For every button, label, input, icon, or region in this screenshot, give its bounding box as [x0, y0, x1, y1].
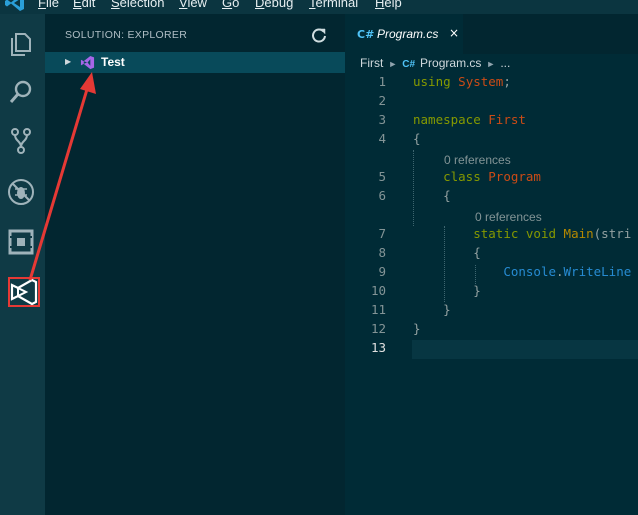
menu-go[interactable]: Go	[222, 0, 239, 10]
code-line: 6 {	[378, 188, 451, 203]
menu-help[interactable]: Help	[375, 0, 402, 10]
code-line: 9 Console.WriteLine	[378, 264, 632, 279]
vscode-logo-icon	[5, 0, 24, 11]
tab-program-cs[interactable]: C# Program.cs ×	[345, 14, 463, 54]
source-control-icon[interactable]	[5, 125, 37, 157]
tab-label: Program.cs	[377, 27, 439, 41]
csharp-file-icon: C#	[402, 59, 416, 70]
breadcrumb-more[interactable]: ...	[500, 56, 510, 70]
visual-studio-icon	[80, 55, 95, 70]
menu-bar: File Edit Selection View Go Debug Termin…	[0, 0, 638, 14]
code-line: 7 static void Main(stri	[378, 226, 632, 241]
close-icon[interactable]: ×	[449, 26, 459, 40]
chevron-right-icon[interactable]: ▶	[65, 57, 71, 66]
sidebar-title: SOLUTION: EXPLORER	[65, 29, 188, 41]
csharp-file-icon: C#	[357, 28, 375, 41]
extensions-icon[interactable]	[5, 226, 37, 258]
menu-edit[interactable]: Edit	[73, 0, 95, 10]
solution-explorer-icon[interactable]	[8, 277, 40, 307]
code-line: 1 using System;	[378, 74, 511, 89]
chevron-right-icon: ►	[486, 59, 496, 69]
refresh-icon[interactable]	[311, 27, 327, 43]
activity-bar	[0, 14, 45, 515]
menu-view[interactable]: View	[179, 0, 207, 10]
solution-explorer-panel: SOLUTION: EXPLORER ▶ Test	[45, 14, 345, 515]
menu-file[interactable]: File	[38, 0, 59, 10]
breadcrumb-file[interactable]: Program.cs	[420, 56, 481, 70]
code-line: 8 {	[378, 245, 481, 260]
editor-area: C# Program.cs × First ► C# Program.cs ►... 1…	[345, 14, 638, 515]
tree-item-label: Test	[101, 55, 125, 69]
code-line: 5 class Program	[378, 169, 541, 184]
explorer-icon[interactable]	[5, 28, 37, 60]
menu-debug[interactable]: Debug	[255, 0, 293, 10]
chevron-right-icon: ►	[388, 59, 398, 69]
tab-bar: C# Program.cs ×	[345, 14, 638, 54]
menu-selection[interactable]: Selection	[111, 0, 164, 10]
codelens-references[interactable]: 0 references	[475, 210, 542, 224]
code-line: 4 {	[378, 131, 421, 146]
breadcrumb-namespace[interactable]: First	[360, 56, 383, 70]
code-line: 12 }	[370, 321, 421, 336]
code-line: 11 }	[370, 302, 451, 317]
tree-item-test[interactable]: ▶ Test	[45, 52, 345, 73]
search-icon[interactable]	[5, 76, 37, 108]
code-editor[interactable]: 1 using System; 2 3 namespace First 4 { …	[345, 74, 638, 494]
code-line: 2	[378, 93, 386, 108]
breadcrumb: First ► C# Program.cs ►...	[360, 56, 510, 70]
code-line-current: 13	[370, 340, 386, 355]
code-line: 10 }	[370, 283, 481, 298]
menu-terminal[interactable]: Terminal	[309, 0, 358, 10]
debug-icon[interactable]	[5, 176, 37, 208]
code-line: 3 namespace First	[378, 112, 526, 127]
codelens-references[interactable]: 0 references	[444, 153, 511, 167]
